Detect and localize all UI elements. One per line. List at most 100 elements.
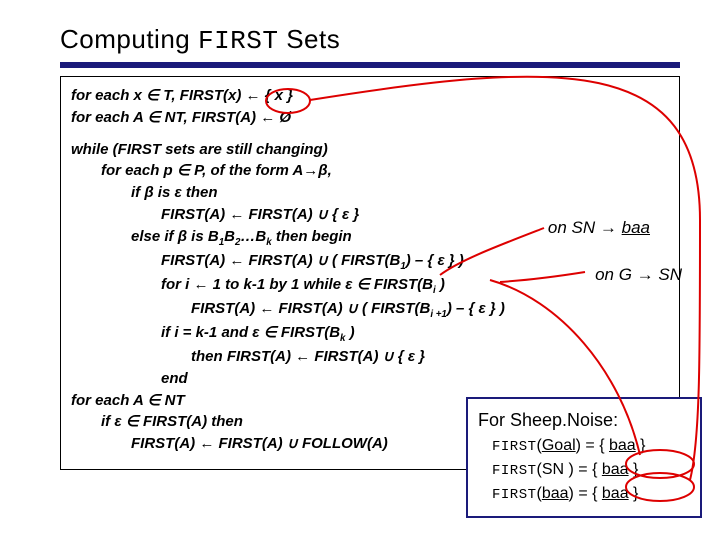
first-fn: FIRST bbox=[492, 487, 537, 503]
t: 1 to k-1 by 1 while bbox=[209, 276, 346, 293]
assign-arrow: ← bbox=[199, 435, 214, 452]
result-row-goal: FIRST(Goal) = { baa } bbox=[478, 434, 690, 458]
right-arrow: → bbox=[637, 265, 654, 284]
t: ) = { bbox=[569, 485, 602, 502]
t: { bbox=[394, 348, 408, 365]
result-header: For Sheep.Noise: bbox=[478, 407, 690, 434]
annotation-sn-baa: on SN → baa bbox=[548, 218, 650, 238]
t: B bbox=[224, 228, 235, 245]
assign-arrow: ← bbox=[229, 206, 244, 223]
t: ) – { bbox=[406, 252, 438, 269]
t: FIRST(A) bbox=[191, 300, 259, 317]
elem-of: ∈ bbox=[146, 87, 159, 104]
union: ∪ bbox=[287, 435, 298, 452]
algo-line-4: for each p ∈ P, of the form A→β, bbox=[71, 160, 669, 182]
t: NT, FIRST(A) bbox=[160, 109, 260, 126]
t: { x } bbox=[261, 87, 294, 104]
t: } bbox=[629, 461, 639, 478]
t: } bbox=[636, 437, 646, 454]
elem-of: ∈ bbox=[177, 162, 190, 179]
t: for each x bbox=[71, 87, 146, 104]
result-box: For Sheep.Noise: FIRST(Goal) = { baa } F… bbox=[466, 397, 702, 518]
t: for each A bbox=[71, 109, 147, 126]
t: else if β is B bbox=[131, 228, 219, 245]
union: ∪ bbox=[383, 348, 394, 365]
algo-line-2: for each A ∈ NT, FIRST(A) ← Ø bbox=[71, 107, 669, 129]
t: on G bbox=[595, 265, 637, 284]
assign-arrow: ← bbox=[194, 276, 209, 293]
slide-title: Computing FIRST Sets bbox=[60, 24, 680, 56]
t: FIRST(A) bbox=[161, 206, 229, 223]
algo-line-8: FIRST(A) ← FIRST(A) ∪ ( FIRST(B1) – { ε … bbox=[71, 250, 669, 274]
elem-of: ∈ bbox=[147, 392, 160, 409]
t: FIRST(A) bbox=[214, 435, 287, 452]
t: SN bbox=[654, 265, 682, 284]
t: ) = { bbox=[576, 437, 609, 454]
first-fn: FIRST bbox=[492, 463, 537, 479]
elem-of: ∈ bbox=[357, 276, 370, 293]
algo-line-10: FIRST(A) ← FIRST(A) ∪ ( FIRST(Bi +1) – {… bbox=[71, 298, 669, 322]
t: } bbox=[415, 348, 425, 365]
algo-line-3: while (FIRST sets are still changing) bbox=[71, 139, 669, 161]
assign-arrow: ← bbox=[295, 348, 310, 365]
t: baa bbox=[602, 485, 629, 502]
t: FIRST(A) then bbox=[139, 413, 243, 430]
t: if bbox=[101, 413, 114, 430]
sub: i +1 bbox=[430, 309, 447, 320]
t: P, of the form A bbox=[190, 162, 303, 179]
t: } ) bbox=[445, 252, 464, 269]
algo-line-9: for i ← 1 to k-1 by 1 while ε ∈ FIRST(Bi… bbox=[71, 274, 669, 298]
t: T, FIRST(x) bbox=[159, 87, 245, 104]
elem-of: ∈ bbox=[126, 413, 139, 430]
right-arrow: → bbox=[303, 162, 318, 179]
algo-line-11: if i = k-1 and ε ∈ FIRST(Bk ) bbox=[71, 322, 669, 346]
epsilon: ε bbox=[174, 184, 181, 201]
t: on SN bbox=[548, 218, 600, 237]
t: then bbox=[182, 184, 218, 201]
t: FIRST(A) bbox=[310, 348, 383, 365]
t: …B bbox=[240, 228, 266, 245]
t: FOLLOW(A) bbox=[298, 435, 388, 452]
t: Goal bbox=[542, 437, 576, 454]
t: NT bbox=[160, 392, 184, 409]
t: baa bbox=[622, 218, 650, 237]
union: ∪ bbox=[347, 300, 358, 317]
t: FIRST(B bbox=[277, 324, 340, 341]
algo-line-1: for each x ∈ T, FIRST(x) ← { x } bbox=[71, 85, 669, 107]
t: ) – { bbox=[447, 300, 479, 317]
union: ∪ bbox=[317, 206, 328, 223]
elem-of: ∈ bbox=[264, 324, 277, 341]
slide: Computing FIRST Sets for each x ∈ T, FIR… bbox=[0, 0, 720, 540]
t: (SN ) = { bbox=[537, 461, 602, 478]
t: for each p bbox=[101, 162, 177, 179]
t: baa bbox=[542, 485, 569, 502]
algo-line-12: then FIRST(A) ← FIRST(A) ∪ { ε } bbox=[71, 346, 669, 368]
union: ∪ bbox=[317, 252, 328, 269]
t: FIRST(A) bbox=[274, 300, 347, 317]
t: if i = k-1 and bbox=[161, 324, 252, 341]
t: ( FIRST(B bbox=[328, 252, 401, 269]
t: FIRST(A) bbox=[244, 206, 317, 223]
title-first-word: FIRST bbox=[198, 26, 279, 56]
result-row-baa: FIRST(baa) = { baa } bbox=[478, 482, 690, 506]
algo-line-5: if β is ε then bbox=[71, 182, 669, 204]
t: then FIRST(A) bbox=[191, 348, 295, 365]
t: if β is bbox=[131, 184, 174, 201]
t: ( FIRST(B bbox=[358, 300, 431, 317]
epsilon: ε bbox=[114, 413, 121, 430]
assign-arrow: ← bbox=[259, 300, 274, 317]
t: FIRST(A) bbox=[244, 252, 317, 269]
t: { bbox=[328, 206, 342, 223]
right-arrow: → bbox=[600, 218, 617, 237]
title-part-a: Computing bbox=[60, 24, 198, 54]
epsilon: ε bbox=[408, 348, 415, 365]
t: then begin bbox=[272, 228, 352, 245]
t: for i bbox=[161, 276, 194, 293]
t: baa bbox=[609, 437, 636, 454]
epsilon: ε bbox=[479, 300, 486, 317]
t: } ) bbox=[486, 300, 505, 317]
t: ) bbox=[345, 324, 354, 341]
elem-of: ∈ bbox=[147, 109, 160, 126]
first-fn: FIRST bbox=[492, 439, 537, 455]
annotation-g-sn: on G → SN bbox=[595, 265, 682, 285]
